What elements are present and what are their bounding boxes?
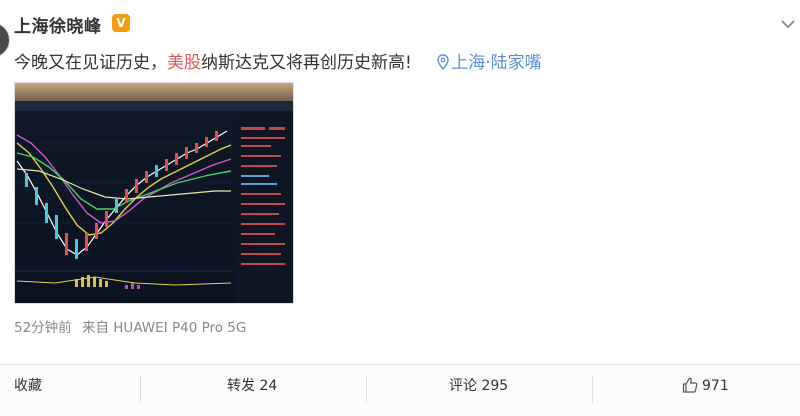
favorite-button[interactable]: 收藏 <box>14 365 42 416</box>
thumbs-up-icon <box>682 377 698 393</box>
action-separator <box>592 375 593 403</box>
post-meta: 52分钟前 来自 HUAWEI P40 Pro 5G <box>14 316 246 336</box>
avatar[interactable] <box>0 22 10 58</box>
post-time[interactable]: 52分钟前 <box>14 320 72 336</box>
map-pin-icon <box>437 54 449 70</box>
source-device[interactable]: HUAWEI P40 Pro 5G <box>113 320 246 336</box>
repost-button[interactable]: 转发 24 <box>227 365 277 416</box>
location-label: 上海·陆家嘴 <box>451 53 542 73</box>
favorite-label: 收藏 <box>14 378 42 394</box>
chevron-down-icon[interactable] <box>778 14 798 34</box>
location-link[interactable]: 上海·陆家嘴 <box>417 53 542 73</box>
action-bar: 收藏 转发 24 评论 295 971 <box>0 365 800 416</box>
comment-button[interactable]: 评论 295 <box>449 365 508 416</box>
like-button[interactable]: 971 <box>682 365 729 416</box>
verified-badge-icon: V <box>112 14 130 32</box>
action-separator <box>366 375 367 403</box>
post-text-part1: 今晚又在见证历史， <box>14 53 167 73</box>
repost-label: 转发 24 <box>227 378 278 394</box>
comment-label: 评论 295 <box>449 378 509 394</box>
post-text: 今晚又在见证历史，美股纳斯达克又将再创历史新高! 上海·陆家嘴 <box>14 48 542 73</box>
action-separator <box>140 375 141 403</box>
hashtag-link[interactable]: 美股 <box>167 53 201 73</box>
post-text-part2: 纳斯达克又将再创历史新高! <box>201 53 412 73</box>
source-prefix: 来自 <box>81 320 109 336</box>
post-photo[interactable] <box>14 82 294 304</box>
username[interactable]: 上海徐晓峰 <box>14 12 102 37</box>
like-count: 971 <box>702 378 729 394</box>
stock-chart-photo <box>15 83 293 303</box>
